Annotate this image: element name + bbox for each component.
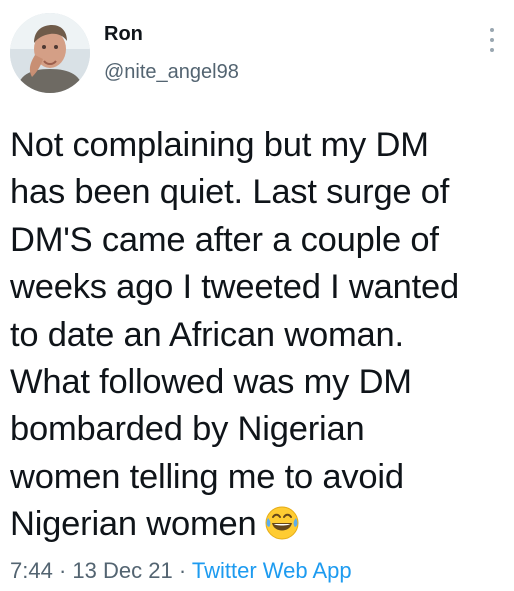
tweet-meta: 7:44 · 13 Dec 21 · Twitter Web App bbox=[10, 558, 352, 584]
avatar-photo bbox=[10, 13, 90, 93]
tweet-line: women telling me to avoid bbox=[10, 457, 404, 496]
tweet-card: Ron @nite_angel98 Not complaining but my… bbox=[0, 0, 514, 591]
meta-separator: · bbox=[178, 558, 187, 583]
tweet-header: Ron @nite_angel98 bbox=[0, 0, 514, 110]
tweet-line: Not complaining but my DM bbox=[10, 126, 429, 164]
tweet-line: weeks ago I tweeted I wanted bbox=[10, 268, 459, 307]
meta-separator: · bbox=[58, 558, 67, 583]
tweet-line: to date an African woman. bbox=[10, 315, 404, 354]
tweet-line: DM'S came after a couple of bbox=[10, 220, 439, 259]
more-options-dot bbox=[490, 48, 494, 52]
more-options-dot bbox=[490, 38, 494, 42]
more-options-icon[interactable] bbox=[482, 24, 502, 56]
tweet-last-line: Nigerian women bbox=[10, 501, 510, 554]
tweet-source-link[interactable]: Twitter Web App bbox=[192, 558, 352, 583]
avatar[interactable] bbox=[10, 13, 90, 93]
tweet-line: has been quiet. Last surge of bbox=[10, 173, 450, 212]
tweet-line: What followed was my DM bbox=[10, 363, 412, 402]
tweet-time[interactable]: 7:44 bbox=[10, 558, 53, 583]
tweet-line: bombarded by Nigerian bbox=[10, 410, 365, 449]
more-options-dot bbox=[490, 28, 494, 32]
tweet-line: Nigerian women bbox=[10, 505, 257, 544]
author-handle[interactable]: @nite_angel98 bbox=[104, 60, 239, 84]
tweet-text: Not complaining but my DM has been quiet… bbox=[10, 122, 510, 555]
tweet-date[interactable]: 13 Dec 21 bbox=[72, 558, 172, 583]
tears-of-joy-emoji bbox=[264, 505, 300, 554]
author-name[interactable]: Ron bbox=[104, 22, 143, 46]
